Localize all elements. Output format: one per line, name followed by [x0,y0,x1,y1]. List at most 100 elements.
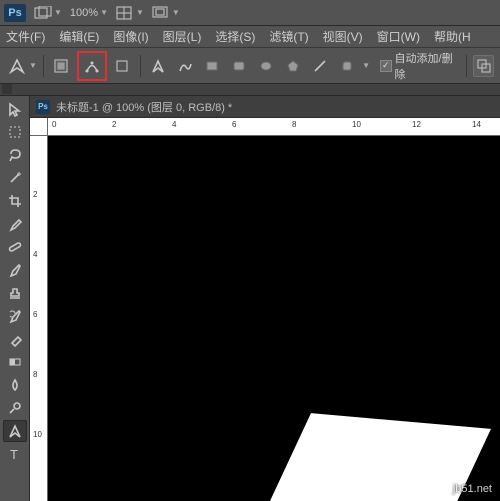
freeform-pen-option[interactable] [174,54,197,78]
tool-marquee[interactable] [3,121,27,143]
ruler-origin[interactable] [30,118,48,136]
auto-add-delete-label: 自动添加/删除 [395,50,461,82]
polygon-icon [285,58,301,74]
ruler-horizontal[interactable]: 0 2 4 6 8 10 12 14 [48,118,500,136]
move-icon [7,101,23,117]
ruler-tick-label: 14 [472,120,481,129]
pen-tool-option[interactable] [147,54,170,78]
menu-layer[interactable]: 图层(L) [163,28,202,45]
toolbox: T [0,96,30,501]
eraser-icon [7,331,23,347]
document-area: Ps 未标题-1 @ 100% (图层 0, RGB/8) * 0 2 4 6 … [30,96,500,501]
menu-window[interactable]: 窗口(W) [377,28,420,45]
bridge-icon [34,6,52,20]
view-extras[interactable]: ▼ [116,6,144,20]
gradient-icon [7,354,23,370]
tool-gradient[interactable] [3,351,27,373]
menu-view[interactable]: 视图(V) [323,28,363,45]
lasso-icon [7,147,23,163]
tool-eyedropper[interactable] [3,213,27,235]
ruler-tick-label: 12 [412,120,421,129]
tool-preset-picker[interactable] [6,54,29,78]
crop-icon [7,193,23,209]
tool-pen[interactable] [3,420,27,442]
canvas[interactable] [48,136,500,501]
ruler-tick-label: 0 [52,120,56,129]
tool-stamp[interactable] [3,282,27,304]
stamp-icon [7,285,23,301]
bridge-launcher[interactable]: ▼ [34,6,62,20]
ruler-tick-label: 4 [33,250,37,259]
brush-icon [7,262,23,278]
dodge-icon [7,400,23,416]
watermark: jb51.net [453,483,492,495]
type-icon: T [7,446,23,462]
screen-icon [152,6,170,20]
paths-icon [84,58,100,74]
zoom-level[interactable]: 100% ▼ [70,7,108,19]
main-area: T Ps 未标题-1 @ 100% (图层 0, RGB/8) * 0 2 4 … [0,96,500,501]
tool-brush[interactable] [3,259,27,281]
fill-icon [114,58,130,74]
menu-edit[interactable]: 编辑(E) [59,28,99,45]
tool-blur[interactable] [3,374,27,396]
app-bar: Ps ▼ 100% ▼ ▼ ▼ [0,0,500,26]
ruler-tick-label: 2 [33,190,37,199]
menu-file[interactable]: 文件(F) [6,28,45,45]
separator [140,55,141,77]
line-icon [312,58,328,74]
checkbox-icon: ✓ [380,60,391,72]
doc-icon: Ps [36,100,50,114]
ruler-vertical[interactable]: 2 4 6 8 10 [30,136,48,501]
chevron-down-icon: ▼ [54,8,62,17]
ruler-tick-label: 10 [352,120,361,129]
menu-filter[interactable]: 滤镜(T) [269,28,308,45]
path-operations-button[interactable] [473,55,494,77]
tool-healing[interactable] [3,236,27,258]
chevron-down-icon: ▼ [136,8,144,17]
auto-add-delete-checkbox[interactable]: ✓ 自动添加/删除 [380,50,460,82]
polygon-option[interactable] [281,54,304,78]
overlap-icon [477,59,491,73]
rounded-rect-option[interactable] [227,54,250,78]
tool-dodge[interactable] [3,397,27,419]
panel-collapse-strip[interactable] [0,84,500,96]
chevron-down-icon: ▼ [172,8,180,17]
document-title[interactable]: 未标题-1 @ 100% (图层 0, RGB/8) * [56,99,232,115]
wand-icon [7,170,23,186]
options-bar: ▼ ▼ ✓ 自动添加/删除 [0,48,500,84]
shape-layer-icon [53,58,69,74]
custom-shape-option[interactable] [335,54,358,78]
pen-icon [8,57,26,75]
tool-type[interactable]: T [3,443,27,465]
tool-history-brush[interactable] [3,305,27,327]
tool-lasso[interactable] [3,144,27,166]
ruler-tick-label: 8 [292,120,296,129]
mode-fill-pixels[interactable] [111,54,134,78]
ruler-tick-label: 6 [232,120,236,129]
tool-move[interactable] [3,98,27,120]
tool-crop[interactable] [3,190,27,212]
rect-shape-option[interactable] [201,54,224,78]
mode-paths[interactable] [80,54,104,78]
line-option[interactable] [308,54,331,78]
ruler-tick-label: 4 [172,120,176,129]
chevron-down-icon: ▼ [362,61,370,70]
mode-shape-layers[interactable] [50,54,73,78]
tool-wand[interactable] [3,167,27,189]
menu-help[interactable]: 帮助(H [434,28,471,45]
ellipse-option[interactable] [254,54,277,78]
eyedropper-icon [7,216,23,232]
app-logo: Ps [4,4,26,22]
separator [466,55,467,77]
menu-select[interactable]: 选择(S) [215,28,255,45]
history-brush-icon [7,308,23,324]
highlight-box [77,51,107,81]
ruler-tick-label: 8 [33,370,37,379]
pen-icon [150,58,166,74]
tool-eraser[interactable] [3,328,27,350]
menu-image[interactable]: 图像(I) [113,28,148,45]
screen-mode[interactable]: ▼ [152,6,180,20]
ruler-tick-label: 6 [33,310,37,319]
panel-tab[interactable] [2,84,12,94]
